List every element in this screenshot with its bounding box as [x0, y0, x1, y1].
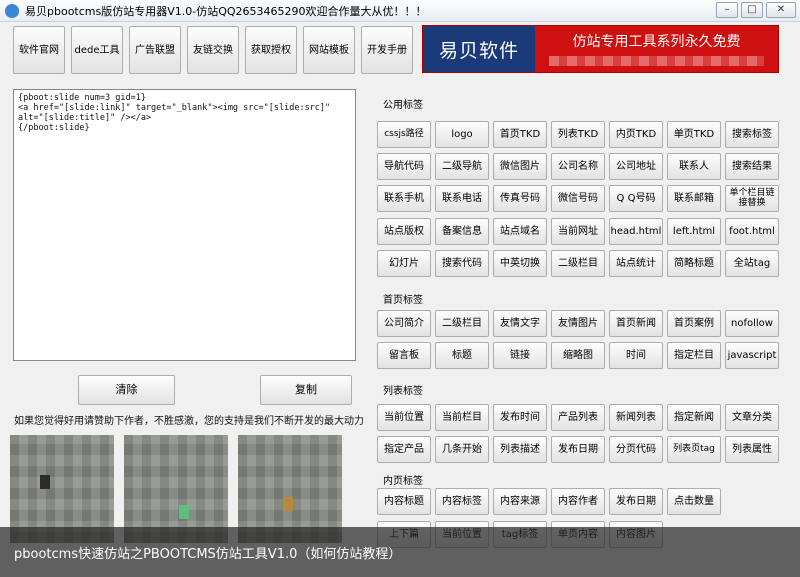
- tag-button-home[interactable]: 标题: [435, 342, 489, 369]
- tag-button-common[interactable]: 全站tag: [725, 250, 779, 277]
- tag-button-home[interactable]: 公司简介: [377, 310, 431, 337]
- tag-button-common[interactable]: 中英切换: [493, 250, 547, 277]
- tag-button-common[interactable]: 联系人: [667, 153, 721, 180]
- tag-button-list[interactable]: 发布时间: [493, 404, 547, 431]
- tag-button-home[interactable]: 指定栏目: [667, 342, 721, 369]
- tag-button-common[interactable]: 联系电话: [435, 185, 489, 212]
- tag-button-common[interactable]: 传真号码: [493, 185, 547, 212]
- window-controls: – □ ✕: [716, 2, 796, 18]
- clear-button[interactable]: 清除: [78, 375, 175, 405]
- tag-button-common[interactable]: 搜索标签: [725, 121, 779, 148]
- maximize-icon[interactable]: □: [741, 2, 763, 18]
- tag-button-home[interactable]: 时间: [609, 342, 663, 369]
- tag-button-list[interactable]: 当前位置: [377, 404, 431, 431]
- section-label-home: 首页标签: [383, 295, 423, 306]
- tag-button-common[interactable]: left.html: [667, 218, 721, 245]
- section-label-detail: 内页标签: [383, 476, 423, 487]
- tag-button-home[interactable]: 首页新闻: [609, 310, 663, 337]
- toolbar-button[interactable]: dede工具: [71, 26, 123, 74]
- tag-button-common[interactable]: head.html: [609, 218, 663, 245]
- minimize-icon[interactable]: –: [716, 2, 738, 18]
- tag-button-common[interactable]: 搜索结果: [725, 153, 779, 180]
- tag-button-common[interactable]: 站点统计: [609, 250, 663, 277]
- toolbar-button[interactable]: 广告联盟: [129, 26, 181, 74]
- tag-button-detail[interactable]: 内容标签: [435, 488, 489, 515]
- tag-button-home[interactable]: 首页案例: [667, 310, 721, 337]
- tag-button-detail[interactable]: 发布日期: [609, 488, 663, 515]
- banner-slogan-area: 仿站专用工具系列永久免费: [535, 26, 778, 72]
- toolbar-button[interactable]: 获取授权: [245, 26, 297, 74]
- tag-button-home[interactable]: 二级栏目: [435, 310, 489, 337]
- tag-button-common[interactable]: 幻灯片: [377, 250, 431, 277]
- close-icon[interactable]: ✕: [766, 2, 796, 18]
- tag-button-common[interactable]: 二级栏目: [551, 250, 605, 277]
- tag-button-common[interactable]: cssjs路径: [377, 121, 431, 148]
- tag-button-detail[interactable]: 内容作者: [551, 488, 605, 515]
- video-caption-overlay: pbootcms快速仿站之PBOOTCMS仿站工具V1.0（如何仿站教程）: [0, 527, 800, 577]
- tag-button-common[interactable]: 单页TKD: [667, 121, 721, 148]
- app-icon: [5, 3, 19, 18]
- brand-banner[interactable]: 易贝软件 仿站专用工具系列永久免费: [422, 25, 779, 73]
- tag-button-home[interactable]: 链接: [493, 342, 547, 369]
- tag-button-list[interactable]: 列表页tag: [667, 436, 721, 463]
- tag-button-home[interactable]: 留言板: [377, 342, 431, 369]
- tag-button-detail[interactable]: 内容来源: [493, 488, 547, 515]
- toolbar-button[interactable]: 软件官网: [13, 26, 65, 74]
- toolbar-button[interactable]: 友链交换: [187, 26, 239, 74]
- toolbar-button[interactable]: 开发手册: [361, 26, 413, 74]
- brand-logo: 易贝软件: [423, 26, 535, 72]
- tag-button-list[interactable]: 新闻列表: [609, 404, 663, 431]
- tag-button-common[interactable]: 站点版权: [377, 218, 431, 245]
- section-label-common: 公用标签: [383, 100, 423, 111]
- tag-button-home[interactable]: javascript: [725, 342, 779, 369]
- copy-button[interactable]: 复制: [260, 375, 352, 405]
- banner-slogan: 仿站专用工具系列永久免费: [572, 34, 741, 50]
- tag-button-common[interactable]: 当前网址: [551, 218, 605, 245]
- tag-button-common[interactable]: 微信号码: [551, 185, 605, 212]
- tag-button-home[interactable]: 友情文字: [493, 310, 547, 337]
- tag-button-common[interactable]: 联系邮箱: [667, 185, 721, 212]
- tag-button-common[interactable]: 公司名称: [551, 153, 605, 180]
- tag-button-list[interactable]: 产品列表: [551, 404, 605, 431]
- tag-button-common[interactable]: 内页TKD: [609, 121, 663, 148]
- tag-button-common[interactable]: 导航代码: [377, 153, 431, 180]
- tag-button-home[interactable]: nofollow: [725, 310, 779, 337]
- tag-button-common[interactable]: Q Q号码: [609, 185, 663, 212]
- tag-button-list[interactable]: 发布日期: [551, 436, 605, 463]
- tag-button-detail[interactable]: 点击数量: [667, 488, 721, 515]
- tag-button-home[interactable]: 缩略图: [551, 342, 605, 369]
- tag-button-common[interactable]: 首页TKD: [493, 121, 547, 148]
- tag-button-common[interactable]: 简略标题: [667, 250, 721, 277]
- tag-button-list[interactable]: 列表描述: [493, 436, 547, 463]
- tag-button-common[interactable]: 单个栏目链接替换: [725, 185, 779, 212]
- code-output-textarea[interactable]: {pboot:slide num=3 gid=1} <a href="[slid…: [13, 89, 356, 361]
- tag-button-home[interactable]: 友情图片: [551, 310, 605, 337]
- tag-button-common[interactable]: 微信图片: [493, 153, 547, 180]
- tag-button-list[interactable]: 列表属性: [725, 436, 779, 463]
- support-message: 如果您觉得好用请赞助下作者，不胜感激，您的支持是我们不断开发的最大动力: [14, 416, 364, 427]
- tag-button-common[interactable]: 备案信息: [435, 218, 489, 245]
- tag-button-common[interactable]: 联系手机: [377, 185, 431, 212]
- tag-button-list[interactable]: 文章分类: [725, 404, 779, 431]
- tag-button-common[interactable]: 搜索代码: [435, 250, 489, 277]
- title-bar: 易贝pbootcms版仿站专用器V1.0-仿站QQ2653465290欢迎合作量…: [0, 0, 800, 22]
- tag-button-common[interactable]: logo: [435, 121, 489, 148]
- window-title: 易贝pbootcms版仿站专用器V1.0-仿站QQ2653465290欢迎合作量…: [25, 4, 427, 18]
- tag-button-list[interactable]: 分页代码: [609, 436, 663, 463]
- tag-button-list[interactable]: 指定新闻: [667, 404, 721, 431]
- tag-button-common[interactable]: 公司地址: [609, 153, 663, 180]
- section-label-list: 列表标签: [383, 386, 423, 397]
- toolbar-button[interactable]: 网站模板: [303, 26, 355, 74]
- tag-button-list[interactable]: 当前栏目: [435, 404, 489, 431]
- tag-button-common[interactable]: 二级导航: [435, 153, 489, 180]
- tag-button-list[interactable]: 几条开始: [435, 436, 489, 463]
- tag-button-common[interactable]: foot.html: [725, 218, 779, 245]
- tag-button-detail[interactable]: 内容标题: [377, 488, 431, 515]
- banner-blurred-text: [549, 56, 764, 66]
- tag-button-common[interactable]: 站点域名: [493, 218, 547, 245]
- tag-button-common[interactable]: 列表TKD: [551, 121, 605, 148]
- tag-button-list[interactable]: 指定产品: [377, 436, 431, 463]
